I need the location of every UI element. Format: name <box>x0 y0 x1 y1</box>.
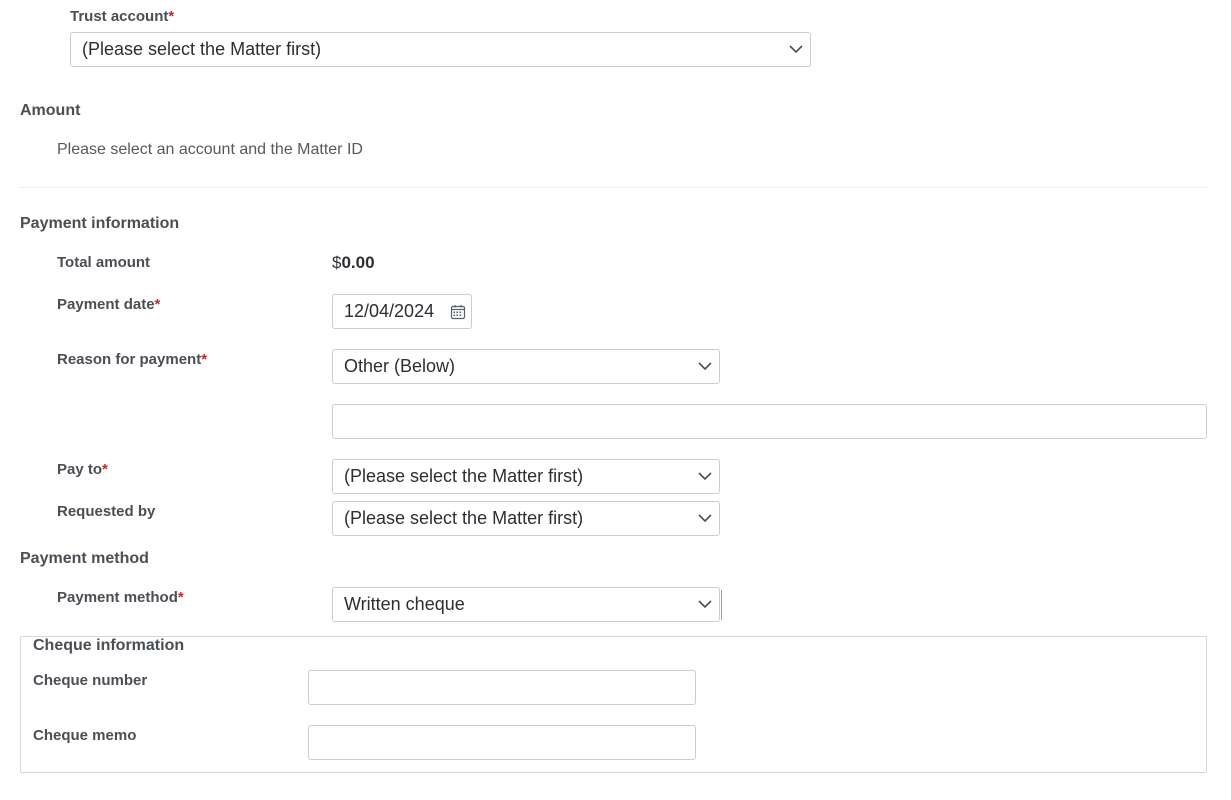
pay-to-label: Pay to* <box>57 461 108 478</box>
chevron-down-icon <box>691 460 719 493</box>
pay-to-label-text: Pay to <box>57 461 103 478</box>
reason-value: Other (Below) <box>344 356 456 376</box>
total-amount-number: 0.00 <box>341 253 375 272</box>
chevron-down-icon <box>691 588 719 621</box>
pay-to-value: (Please select the Matter first) <box>344 466 584 486</box>
trust-account-label-text: Trust account <box>70 8 169 25</box>
chevron-down-icon <box>691 350 719 383</box>
payment-method-heading: Payment method <box>20 550 149 567</box>
reason-for-payment-select[interactable]: Other (Below) <box>332 349 720 384</box>
requested-by-label: Requested by <box>57 503 156 520</box>
payment-method-label: Payment method* <box>57 589 184 606</box>
required-mark: * <box>201 351 208 368</box>
reason-other-input[interactable] <box>332 404 1207 439</box>
payment-method-label-text: Payment method <box>57 589 178 606</box>
payment-date-input[interactable]: 12/04/2024 <box>332 294 472 329</box>
trust-account-select[interactable]: (Please select the Matter first) <box>70 32 811 67</box>
requested-by-value: (Please select the Matter first) <box>344 508 584 528</box>
chevron-down-icon <box>782 33 810 66</box>
text-cursor <box>721 590 722 620</box>
pay-to-select[interactable]: (Please select the Matter first) <box>332 459 720 494</box>
payment-date-label-text: Payment date <box>57 296 155 313</box>
cheque-number-input[interactable] <box>308 670 696 705</box>
reason-label-text: Reason for payment <box>57 351 202 368</box>
total-amount-label: Total amount <box>57 254 151 271</box>
section-divider <box>20 187 1207 188</box>
cheque-memo-label: Cheque memo <box>33 727 137 744</box>
payment-date-label: Payment date* <box>57 296 160 313</box>
required-mark: * <box>177 589 184 606</box>
total-amount-value: $0.00 <box>332 253 375 273</box>
cheque-number-label: Cheque number <box>33 672 148 689</box>
payment-method-select[interactable]: Written cheque <box>332 587 720 622</box>
payment-date-value: 12/04/2024 <box>344 301 435 321</box>
trust-account-label: Trust account* <box>70 8 174 25</box>
amount-heading: Amount <box>20 102 81 119</box>
trust-account-value: (Please select the Matter first) <box>82 39 322 59</box>
amount-note: Please select an account and the Matter … <box>57 141 363 158</box>
reason-for-payment-label: Reason for payment* <box>57 351 207 368</box>
payment-information-heading: Payment information <box>20 215 180 232</box>
cheque-information-legend: Cheque information <box>21 637 197 655</box>
calendar-icon[interactable] <box>445 295 471 328</box>
required-mark: * <box>154 296 161 313</box>
requested-by-select[interactable]: (Please select the Matter first) <box>332 501 720 536</box>
cheque-memo-input[interactable] <box>308 725 696 760</box>
required-mark: * <box>102 461 108 478</box>
chevron-down-icon <box>691 502 719 535</box>
required-mark: * <box>168 8 175 25</box>
payment-method-value: Written cheque <box>344 594 465 614</box>
